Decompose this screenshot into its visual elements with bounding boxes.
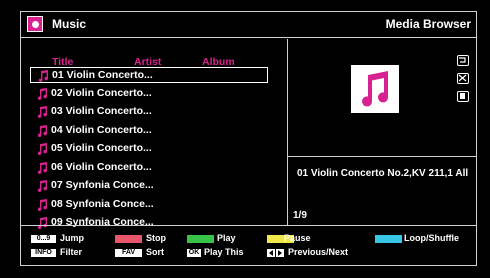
now-playing-info: 01 Violin Concerto No.2,KV 211,1 All [297,168,469,179]
page-title: Music [52,17,87,31]
music-note-icon [37,143,48,155]
header-bar: Music Media Browser [21,12,476,38]
fav-key-icon: FAV [115,249,142,257]
album-art-thumbnail [351,65,399,113]
track-row[interactable]: 09 Synfonia Conce... [30,215,268,231]
music-app-icon [27,16,43,32]
pause-label: Pause [284,233,311,243]
track-title: 08 Synfonia Conce... [51,197,154,210]
music-note-icon [37,161,48,174]
track-title: 04 Violin Concerto... [51,123,152,136]
music-note-icon [37,87,48,100]
music-note-icon [362,71,389,107]
track-row[interactable]: 07 Synfonia Conce... [30,178,268,194]
track-title: 03 Violin Concerto... [51,105,152,117]
stop-icon[interactable] [457,91,469,102]
panel-divider [287,39,288,225]
track-title: 06 Violin Concerto... [51,160,152,173]
track-list-panel: Title Artist Album 01 Violin Concerto...… [22,39,287,229]
track-row[interactable]: 06 Violin Concerto... [30,160,268,176]
music-note-icon [38,70,49,82]
track-title: 09 Synfonia Conce... [51,216,154,228]
red-button-icon [115,235,142,243]
track-title: 01 Violin Concerto... [52,69,153,81]
track-title: 07 Synfonia Conce... [51,179,154,191]
music-note-icon [37,124,48,137]
track-title: 02 Violin Concerto... [51,86,152,99]
green-button-icon [187,235,214,243]
right-arrow-key-icon [276,249,284,257]
repeat-icon[interactable] [457,55,469,66]
track-row[interactable]: 04 Violin Concerto... [30,123,268,139]
sort-label: Sort [146,247,164,257]
stop-label: Stop [146,233,166,243]
media-browser-label: Media Browser [385,17,471,31]
jump-label: Jump [60,233,85,243]
info-divider [288,156,476,157]
loop-shuffle-label: Loop/Shuffle [404,233,459,243]
ok-key-icon: OK [187,249,201,257]
play-label: Play [217,233,236,243]
blue-button-icon [375,235,402,243]
legend-divider [21,225,476,226]
track-row[interactable]: 05 Violin Concerto... [30,141,268,157]
music-note-icon [37,217,48,229]
track-row[interactable]: 02 Violin Concerto... [30,86,268,102]
previous-next-label: Previous/Next [288,247,349,257]
number-keys-icon: 0...9 [31,235,56,243]
track-title: 05 Violin Concerto... [51,142,152,154]
track-row[interactable]: 03 Violin Concerto... [30,104,268,120]
track-counter: 1/9 [293,210,307,221]
music-note-icon [37,106,48,118]
info-key-icon: INFO [31,249,56,257]
filter-label: Filter [60,247,83,257]
music-note-icon [37,180,48,192]
left-arrow-key-icon [267,249,275,257]
play-this-label: Play This [204,247,244,257]
track-row[interactable]: 08 Synfonia Conce... [30,197,268,213]
shuffle-icon[interactable] [457,73,469,84]
track-row[interactable]: 01 Violin Concerto... [30,67,268,83]
music-note-icon [37,198,48,211]
